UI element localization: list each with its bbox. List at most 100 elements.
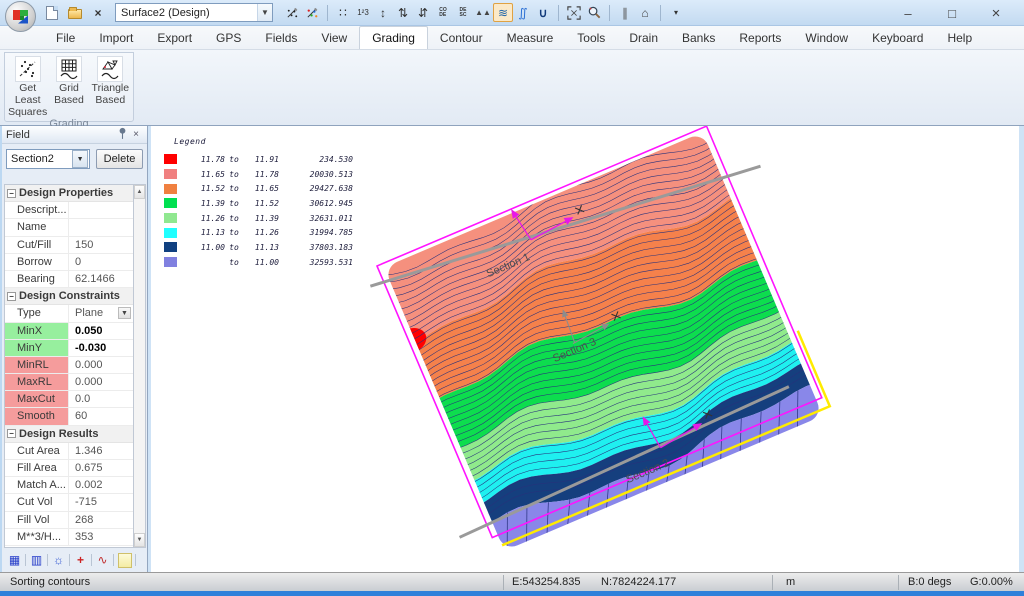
button-label: Based	[54, 94, 84, 106]
window-edge	[1019, 126, 1024, 591]
property-value[interactable]: 62.1466	[69, 271, 133, 287]
property-value[interactable]: 268	[69, 512, 133, 528]
property-value[interactable]	[69, 219, 133, 235]
legend-from: 11.00	[189, 243, 225, 252]
menu-item-view[interactable]: View	[309, 26, 359, 49]
drawing-canvas[interactable]: Section 1 Section 3 Section 2 Legend 11.…	[151, 126, 1019, 572]
chevron-down-icon[interactable]: ▼	[118, 307, 131, 319]
property-value[interactable]: 60	[69, 408, 133, 424]
draw-line-colored-icon[interactable]	[302, 3, 322, 22]
menu-item-help[interactable]: Help	[935, 26, 984, 49]
point-numbers-icon[interactable]: 1²3	[353, 3, 373, 22]
app-logo-orb[interactable]	[5, 1, 36, 32]
legend-from: 11.13	[189, 228, 225, 237]
property-value[interactable]: 0.675	[69, 460, 133, 476]
legend-to: 11.65	[243, 184, 279, 193]
triangle-based-button[interactable]: Triangle Based	[90, 55, 131, 118]
chevron-down-icon[interactable]: ▼	[72, 150, 88, 168]
property-row: Name	[5, 219, 133, 236]
close-document-icon[interactable]: ×	[88, 3, 108, 22]
surface-selector-value: Surface2 (Design)	[116, 7, 257, 19]
property-value[interactable]: -0.030	[69, 340, 133, 356]
level-design-icon[interactable]: ⇅	[393, 3, 413, 22]
property-value[interactable]: 353	[69, 529, 133, 545]
window-controls: – □ ×	[886, 0, 1018, 26]
scroll-up-icon[interactable]: ▲	[134, 185, 145, 199]
valley-icon[interactable]: ∪	[533, 3, 553, 22]
collapse-icon[interactable]: −	[7, 429, 16, 438]
zoom-extents-icon[interactable]	[564, 3, 584, 22]
property-grid-scrollbar[interactable]: ▲ ▼	[133, 184, 146, 548]
contours-icon[interactable]: ≋	[493, 3, 513, 22]
menu-item-import[interactable]: Import	[87, 26, 145, 49]
grid-section-header[interactable]: −Design Constraints	[5, 288, 133, 305]
property-label: Name	[5, 219, 69, 235]
settings-icon[interactable]: ☼	[50, 552, 67, 569]
grid-based-button[interactable]: Grid Based	[48, 55, 89, 118]
add-section-icon[interactable]: +	[72, 552, 89, 569]
note-icon[interactable]	[116, 552, 133, 569]
collapse-icon[interactable]: −	[7, 189, 16, 198]
descriptor-icon[interactable]: DE SC	[453, 3, 473, 22]
property-value[interactable]: 1.346	[69, 443, 133, 459]
level-updown-icon[interactable]: ↕	[373, 3, 393, 22]
property-label: Cut/Fill	[5, 237, 69, 253]
field-selector[interactable]: Section2 ▼	[6, 149, 90, 169]
streams-icon[interactable]: ∬	[513, 3, 533, 22]
menu-item-file[interactable]: File	[44, 26, 87, 49]
level-banks-icon[interactable]: ⇵	[413, 3, 433, 22]
property-value[interactable]: 0.0	[69, 391, 133, 407]
legend-row: 11.52to11.6529427.638	[164, 181, 353, 196]
menu-item-tools[interactable]: Tools	[565, 26, 617, 49]
menu-item-contour[interactable]: Contour	[428, 26, 495, 49]
profile-icon[interactable]: ∿	[94, 552, 111, 569]
close-button[interactable]: ×	[974, 0, 1018, 26]
get-least-squares-button[interactable]: Get Least Squares	[7, 55, 48, 118]
home-icon[interactable]: ⌂	[635, 3, 655, 22]
delete-button[interactable]: Delete	[96, 149, 143, 169]
panel-close-icon[interactable]: ×	[129, 129, 143, 140]
code-icon[interactable]: CO DE	[433, 3, 453, 22]
chevron-down-icon[interactable]: ▼	[257, 4, 272, 21]
property-value[interactable]	[69, 202, 133, 218]
status-units: m	[786, 576, 795, 588]
zoom-icon[interactable]	[584, 3, 604, 22]
legend-to: 11.39	[243, 214, 279, 223]
menu-item-gps[interactable]: GPS	[204, 26, 253, 49]
menu-item-drain[interactable]: Drain	[617, 26, 670, 49]
triangulation-icon[interactable]: ▲▲	[473, 3, 493, 22]
menu-item-window[interactable]: Window	[793, 26, 860, 49]
open-folder-icon[interactable]	[65, 3, 85, 22]
list-view-icon[interactable]: ▥	[28, 552, 45, 569]
new-document-icon[interactable]	[42, 3, 62, 22]
surface-selector[interactable]: Surface2 (Design) ▼	[115, 3, 273, 22]
grid-section-header[interactable]: −Design Results	[5, 426, 133, 443]
grid-view-icon[interactable]: ▦	[6, 552, 23, 569]
property-value[interactable]: 0	[69, 254, 133, 270]
menu-item-measure[interactable]: Measure	[495, 26, 566, 49]
draw-line-points-icon[interactable]	[282, 3, 302, 22]
menu-item-fields[interactable]: Fields	[253, 26, 309, 49]
property-value[interactable]: -715	[69, 494, 133, 510]
pin-icon[interactable]	[115, 127, 129, 143]
property-value[interactable]: 0.002	[69, 477, 133, 493]
menu-item-grading[interactable]: Grading	[359, 26, 428, 49]
menu-item-export[interactable]: Export	[145, 26, 204, 49]
property-row: Cut/Fill150	[5, 237, 133, 254]
property-value[interactable]: 150	[69, 237, 133, 253]
minimize-button[interactable]: –	[886, 0, 930, 26]
hatch-icon[interactable]: ∥	[615, 3, 635, 22]
maximize-button[interactable]: □	[930, 0, 974, 26]
add-points-icon[interactable]: ∷	[333, 3, 353, 22]
menu-item-reports[interactable]: Reports	[727, 26, 793, 49]
grid-section-header[interactable]: −Design Properties	[5, 185, 133, 202]
menu-item-keyboard[interactable]: Keyboard	[860, 26, 935, 49]
property-value[interactable]: 0.050	[69, 323, 133, 339]
scroll-down-icon[interactable]: ▼	[134, 533, 145, 547]
property-value[interactable]: 0.000	[69, 374, 133, 390]
toolbar-options-icon[interactable]: ▾	[666, 3, 686, 22]
collapse-icon[interactable]: −	[7, 292, 16, 301]
property-value[interactable]: Plane▼	[69, 305, 133, 321]
property-value[interactable]: 0.000	[69, 357, 133, 373]
menu-item-banks[interactable]: Banks	[670, 26, 727, 49]
